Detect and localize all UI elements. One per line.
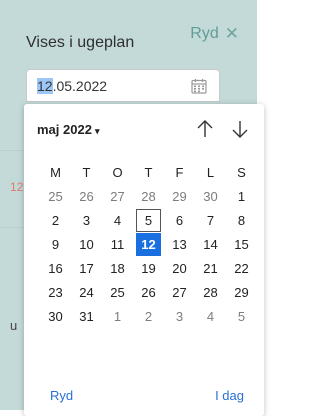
weekday-header: M — [50, 164, 61, 180]
underlay-divider — [0, 150, 24, 151]
calendar-day[interactable]: 15 — [229, 233, 254, 256]
calendar-day[interactable]: 29 — [167, 185, 192, 208]
calendar-day[interactable]: 13 — [167, 233, 192, 256]
calendar-day[interactable]: 8 — [229, 209, 254, 232]
calendar-day[interactable]: 2 — [136, 305, 161, 328]
calendar-day[interactable]: 3 — [167, 305, 192, 328]
calendar-day[interactable]: 5 — [229, 305, 254, 328]
schedule-panel: 12 u Vises i ugeplan Ryd ✕ 12.05.2022 ma… — [0, 0, 264, 416]
month-year-dropdown[interactable]: maj 2022 ▾ — [37, 122, 99, 137]
calendar-day[interactable]: 27 — [105, 185, 130, 208]
calendar-day[interactable]: 6 — [167, 209, 192, 232]
date-input-rest: .05.2022 — [52, 78, 108, 94]
calendar-day[interactable]: 29 — [229, 281, 254, 304]
calendar-icon[interactable] — [191, 78, 207, 94]
weekday-header: F — [175, 164, 184, 180]
calendar-day[interactable]: 14 — [198, 233, 223, 256]
calendar-day[interactable]: 27 — [167, 281, 192, 304]
calendar-day[interactable]: 28 — [198, 281, 223, 304]
weekday-header: S — [237, 164, 246, 180]
calendar-day[interactable]: 25 — [105, 281, 130, 304]
calendar-day[interactable]: 30 — [198, 185, 223, 208]
calendar-day[interactable]: 25 — [43, 185, 68, 208]
calendar-day[interactable]: 31 — [74, 305, 99, 328]
panel-title: Vises i ugeplan — [26, 34, 135, 51]
selected-day[interactable]: 12 — [136, 232, 161, 256]
calendar-day[interactable]: 3 — [74, 209, 99, 232]
date-input-selected-day: 12 — [37, 78, 53, 94]
calendar-day[interactable]: 26 — [136, 281, 161, 304]
today-button[interactable]: I dag — [215, 388, 244, 403]
calendar-day[interactable]: 9 — [43, 233, 68, 256]
today-day[interactable]: 5 — [136, 208, 161, 232]
underlay-number: 12 — [10, 180, 24, 194]
month-label: maj 2022 — [37, 122, 92, 137]
weekday-header: T — [82, 164, 91, 180]
calendar-day[interactable]: 20 — [167, 257, 192, 280]
date-input-value: 12.05.2022 — [37, 78, 107, 94]
calendar-day[interactable]: 10 — [74, 233, 99, 256]
calendar-day[interactable]: 4 — [105, 209, 130, 232]
arrow-up-icon[interactable] — [196, 119, 214, 139]
calendar-day[interactable]: 21 — [198, 257, 223, 280]
calendar-day[interactable]: 7 — [198, 209, 223, 232]
calendar-day[interactable]: 1 — [229, 185, 254, 208]
weekday-header: O — [112, 164, 123, 180]
clear-button[interactable]: Ryd ✕ — [190, 24, 239, 44]
clear-date-button[interactable]: Ryd — [50, 388, 73, 403]
calendar-day[interactable]: 1 — [105, 305, 130, 328]
date-input[interactable]: 12.05.2022 — [26, 69, 220, 102]
calendar-day[interactable]: 19 — [136, 257, 161, 280]
caret-down-icon: ▾ — [94, 126, 100, 136]
calendar-day[interactable]: 28 — [136, 185, 161, 208]
calendar-day[interactable]: 16 — [43, 257, 68, 280]
arrow-down-icon[interactable] — [231, 119, 249, 139]
calendar-grid: M T O T F L S 25 26 27 28 29 30 1 2 3 4 5 6 7 8 9 10 11 12 13 14 15… — [40, 160, 257, 328]
calendar-day[interactable]: 18 — [105, 257, 130, 280]
weekday-header: L — [206, 164, 215, 180]
close-icon: ✕ — [224, 24, 239, 43]
calendar-day[interactable]: 30 — [43, 305, 68, 328]
calendar-day[interactable]: 26 — [74, 185, 99, 208]
calendar-day[interactable]: 23 — [43, 281, 68, 304]
calendar-day[interactable]: 11 — [105, 233, 130, 256]
calendar-day[interactable]: 22 — [229, 257, 254, 280]
calendar-day[interactable]: 2 — [43, 209, 68, 232]
datepicker-popup: maj 2022 ▾ M T O T F L S 25 26 27 28 29 30 1 2 3 4 5 6 7 8 9 10… — [24, 104, 264, 416]
underlay-divider — [0, 227, 24, 228]
weekday-header: T — [144, 164, 153, 180]
calendar-day[interactable]: 17 — [74, 257, 99, 280]
underlay-text: u — [10, 318, 18, 333]
calendar-day[interactable]: 4 — [198, 305, 223, 328]
calendar-day[interactable]: 24 — [74, 281, 99, 304]
clear-label: Ryd — [190, 25, 219, 42]
